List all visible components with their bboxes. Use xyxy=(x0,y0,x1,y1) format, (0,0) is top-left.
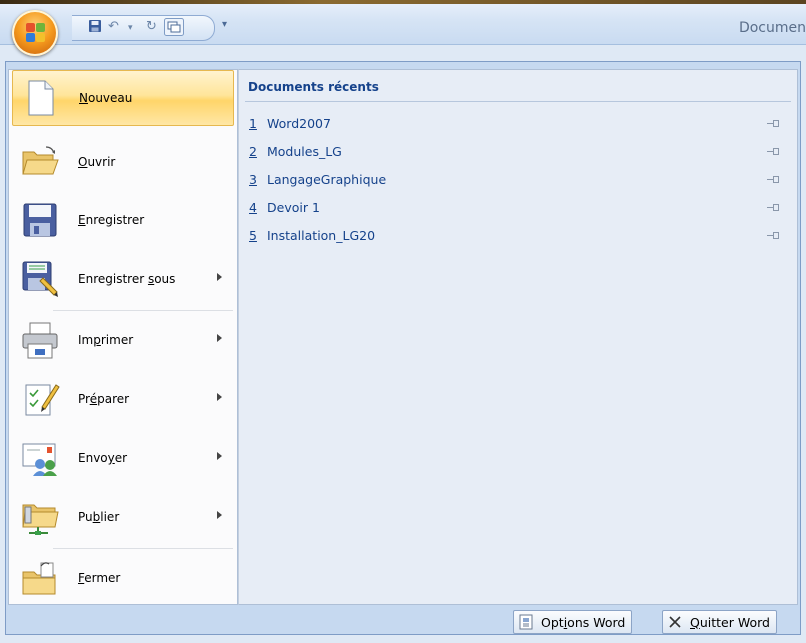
menu-item-label: Envoyer xyxy=(78,451,128,465)
menu-commands-panel: Nouveau Ouvrir Enregistrer Enregistrer s… xyxy=(8,69,238,605)
recent-document-number: 1 xyxy=(249,116,257,131)
menu-item-label: Ouvrir xyxy=(78,155,116,169)
window-top-edge xyxy=(0,0,806,4)
customize-toolbar-icon[interactable]: ▾ xyxy=(222,19,227,30)
title-bar: ↶ ▾ ↻ ▾ Documen xyxy=(0,0,806,45)
submenu-arrow-icon xyxy=(217,393,222,401)
recent-document-item[interactable]: 5 Installation_LG20 xyxy=(249,228,789,248)
menu-item-label: Préparer xyxy=(78,392,130,406)
pin-icon[interactable] xyxy=(767,203,781,213)
menu-item-label: Enregistrer sous xyxy=(78,272,176,286)
recent-document-name: Word2007 xyxy=(267,116,331,131)
menu-item-label: Publier xyxy=(78,510,120,524)
word-options-button[interactable]: Options Word xyxy=(513,610,633,634)
recent-document-number: 2 xyxy=(249,144,257,159)
menu-separator xyxy=(53,310,233,311)
menu-item-label: Imprimer xyxy=(78,333,134,347)
prepare-icon xyxy=(20,379,60,419)
close-folder-icon xyxy=(20,558,60,598)
quit-word-button[interactable]: Quitter Word xyxy=(662,610,777,634)
menu-item-nouveau[interactable]: Nouveau xyxy=(12,70,234,126)
undo-dropdown-icon[interactable]: ▾ xyxy=(128,23,133,33)
menu-item-enregistrer[interactable]: Enregistrer xyxy=(12,192,234,248)
menu-item-envoyer[interactable]: Envoyer xyxy=(12,430,234,486)
recent-document-name: Modules_LG xyxy=(267,144,342,159)
recent-document-item[interactable]: 4 Devoir 1 xyxy=(249,200,789,220)
quick-access-toolbar: ↶ ▾ ↻ xyxy=(72,15,215,41)
pin-icon[interactable] xyxy=(767,147,781,157)
send-icon xyxy=(20,438,60,478)
recent-document-name: LangageGraphique xyxy=(267,172,387,187)
window-icon[interactable] xyxy=(164,18,184,40)
quit-word-label: Quitter Word xyxy=(690,614,770,630)
menu-separator xyxy=(53,548,233,549)
floppy-icon[interactable] xyxy=(88,19,102,37)
close-icon xyxy=(667,614,683,630)
recent-document-item[interactable]: 2 Modules_LG xyxy=(249,144,789,164)
recent-document-item[interactable]: 1 Word2007 xyxy=(249,116,789,136)
recent-document-number: 5 xyxy=(249,228,257,243)
menu-item-preparer[interactable]: Préparer xyxy=(12,371,234,427)
word-options-label: Options Word xyxy=(541,614,626,630)
new-document-icon xyxy=(21,78,61,118)
publish-icon xyxy=(20,497,60,537)
redo-icon[interactable]: ↻ xyxy=(146,19,157,34)
save-as-icon xyxy=(20,259,60,299)
recent-document-item[interactable]: 3 LangageGraphique xyxy=(249,172,789,192)
recent-document-number: 4 xyxy=(249,200,257,215)
recent-document-name: Installation_LG20 xyxy=(267,228,376,243)
open-folder-icon xyxy=(20,142,60,182)
window-title: Documen xyxy=(738,20,806,36)
submenu-arrow-icon xyxy=(217,511,222,519)
menu-item-label: Nouveau xyxy=(79,91,133,105)
submenu-arrow-icon xyxy=(217,452,222,460)
printer-icon xyxy=(20,320,60,360)
menu-footer: Options Word Quitter Word xyxy=(6,605,800,635)
menu-item-publier[interactable]: Publier xyxy=(12,489,234,545)
menu-item-fermer[interactable]: Fermer xyxy=(12,550,234,606)
menu-item-imprimer[interactable]: Imprimer xyxy=(12,312,234,368)
pin-icon[interactable] xyxy=(767,175,781,185)
submenu-arrow-icon xyxy=(217,334,222,342)
menu-item-label: Enregistrer xyxy=(78,213,145,227)
menu-item-enregistrer-sous[interactable]: Enregistrer sous xyxy=(12,251,234,307)
recent-documents-panel: Documents récents 1 Word2007 2 Modules_LG … xyxy=(238,69,798,605)
recent-documents-divider xyxy=(245,101,791,102)
submenu-arrow-icon xyxy=(217,273,222,281)
menu-item-ouvrir[interactable]: Ouvrir xyxy=(12,134,234,190)
options-icon xyxy=(518,614,534,630)
recent-documents-title: Documents récents xyxy=(248,80,379,94)
office-button[interactable] xyxy=(12,10,58,56)
menu-item-label: Fermer xyxy=(78,571,121,585)
recent-document-name: Devoir 1 xyxy=(267,200,320,215)
pin-icon[interactable] xyxy=(767,231,781,241)
pin-icon[interactable] xyxy=(767,119,781,129)
office-menu: Nouveau Ouvrir Enregistrer Enregistrer s… xyxy=(5,61,801,635)
save-icon xyxy=(20,200,60,240)
recent-document-number: 3 xyxy=(249,172,257,187)
undo-icon[interactable]: ↶ xyxy=(108,19,119,34)
